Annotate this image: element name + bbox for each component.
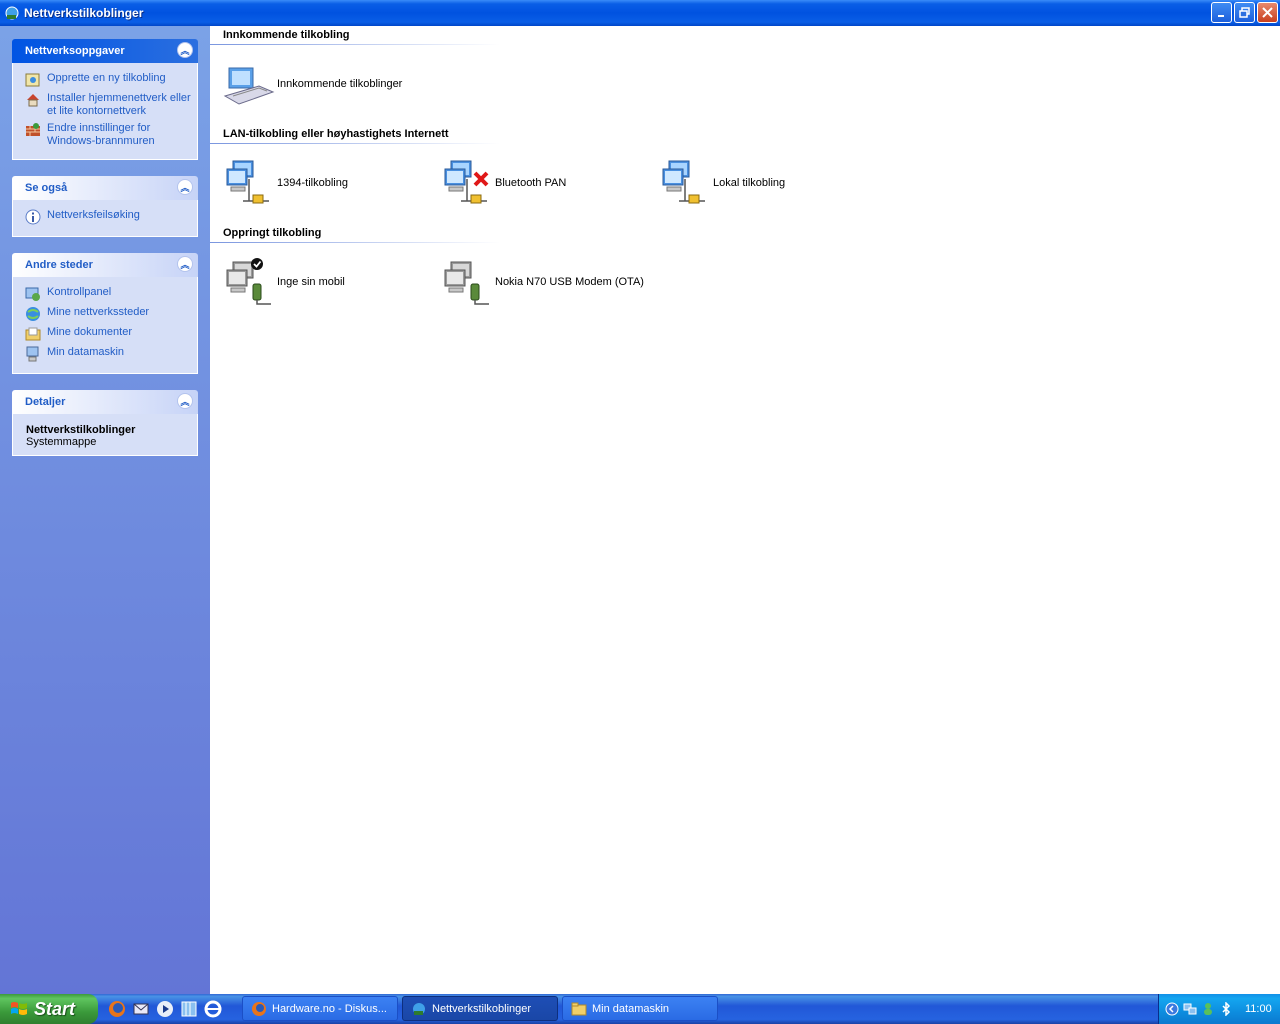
group-title-incoming: Innkommende tilkobling [223,29,350,41]
connection-nokia-n70[interactable]: Nokia N70 USB Modem (OTA) [441,256,644,308]
restore-button[interactable] [1234,2,1255,23]
task-create-connection[interactable]: Opprette en ny tilkobling [25,72,197,88]
collapse-icon[interactable]: ︽ [177,256,193,272]
dialup-icon [444,261,489,305]
restore-icon [1239,7,1250,18]
task-network-troubleshooting[interactable]: Nettverksfeilsøking [25,209,197,225]
place-my-documents[interactable]: Mine dokumenter [25,326,197,342]
start-label: Start [34,998,76,1019]
network-connections-icon [413,1002,425,1015]
place-control-panel[interactable]: Kontrollpanel [25,286,197,302]
windows-logo-icon [11,1002,27,1015]
lan-connection-icon [662,160,705,204]
computer-icon [26,346,39,362]
group-title-lan: LAN-tilkobling eller høyhastighets Inter… [223,128,449,140]
details-subtitle: Systemmappe [26,436,97,448]
quick-launch [108,1000,222,1018]
connection-local[interactable]: Lokal tilkobling [659,157,785,209]
panel-title: Se også [25,182,68,194]
group-divider [210,44,500,45]
minimize-icon [1217,14,1224,17]
connections-view: Innkommende tilkobling Innkommende tilko… [210,26,1280,994]
panel-header-network-tasks[interactable]: Nettverksoppgaver ︽ [12,39,198,63]
taskbar-button-hardware[interactable]: Hardware.no - Diskus... [242,996,398,1021]
minimize-button[interactable] [1211,2,1232,23]
task-install-home-network[interactable]: Installer hjemmenettverk eller et lite k… [25,92,197,118]
close-button[interactable] [1257,2,1278,23]
task-pane: Nettverksoppgaver ︽ Opprette en ny tilko… [0,26,210,994]
clock[interactable]: 11:00 [1245,1003,1272,1015]
connection-incoming[interactable]: Innkommende tilkoblinger [223,58,402,110]
details-panel: Detaljer ︽ Nettverkstilkoblinger Systemm… [12,390,198,456]
connection-bluetooth-pan[interactable]: Bluetooth PAN [441,157,566,209]
collapse-icon[interactable]: ︽ [177,42,193,58]
home-network-icon [27,94,39,107]
ie-icon[interactable] [204,1000,222,1018]
panel-title: Nettverksoppgaver [25,45,125,57]
group-title-dialup: Oppringt tilkobling [223,227,322,239]
title-bar: Nettverkstilkoblinger [0,0,1280,26]
panel-title: Detaljer [25,396,66,408]
close-icon [1262,7,1273,18]
media-player-icon[interactable] [156,1000,174,1018]
calendar-icon[interactable] [180,1000,198,1018]
taskbar-button-my-computer[interactable]: Min datamaskin [562,996,718,1021]
control-panel-icon [25,287,40,301]
window-title: Nettverkstilkoblinger [24,6,144,20]
firefox-icon[interactable] [108,1000,126,1018]
dialup-default-icon [226,258,271,305]
place-network-places[interactable]: Mine nettverkssteder [25,306,197,322]
place-my-computer[interactable]: Min datamaskin [25,346,197,362]
network-status-icon[interactable] [1183,1002,1197,1016]
firewall-icon [26,123,40,136]
outlook-express-icon[interactable] [132,1000,150,1018]
panel-header-other-places[interactable]: Andre steder ︽ [12,253,198,277]
panel-header-see-also[interactable]: Se også ︽ [12,176,198,200]
group-divider [210,242,500,243]
panel-header-details[interactable]: Detaljer ︽ [12,390,198,414]
documents-folder-icon [25,327,41,341]
network-connections-icon [5,6,19,20]
see-also-panel: Se også ︽ Nettverksfeilsøking [12,176,198,237]
messenger-icon[interactable] [1201,1002,1215,1016]
folder-icon [571,1002,587,1015]
taskbar: Start Hardware.no - Diskus... Nettverkst… [0,994,1280,1024]
connection-inge-mobile[interactable]: Inge sin mobil [223,256,345,308]
collapse-icon[interactable]: ︽ [177,179,193,195]
taskbar-button-network-connections[interactable]: Nettverkstilkoblinger [402,996,558,1021]
new-connection-icon [25,73,40,87]
chevron-left-icon[interactable] [1165,1002,1179,1016]
lan-disconnected-icon [444,160,489,204]
start-button[interactable]: Start [0,994,98,1024]
panel-title: Andre steder [25,259,93,271]
connection-1394[interactable]: 1394-tilkobling [223,157,348,209]
system-tray: 11:00 [1158,994,1280,1024]
lan-connection-icon [226,160,269,204]
incoming-connection-icon [223,67,275,105]
network-places-icon [26,307,40,321]
network-tasks-panel: Nettverksoppgaver ︽ Opprette en ny tilko… [12,39,198,160]
collapse-icon[interactable]: ︽ [177,393,193,409]
group-divider [210,143,500,144]
other-places-panel: Andre steder ︽ Kontrollpanel Mine nettve… [12,253,198,374]
task-firewall-settings[interactable]: Endre innstillinger for Windows-brannmur… [25,122,197,148]
bluetooth-icon[interactable] [1219,1002,1233,1016]
details-title: Nettverkstilkoblinger [26,424,136,436]
firefox-icon [252,1001,266,1016]
info-icon [25,209,41,225]
